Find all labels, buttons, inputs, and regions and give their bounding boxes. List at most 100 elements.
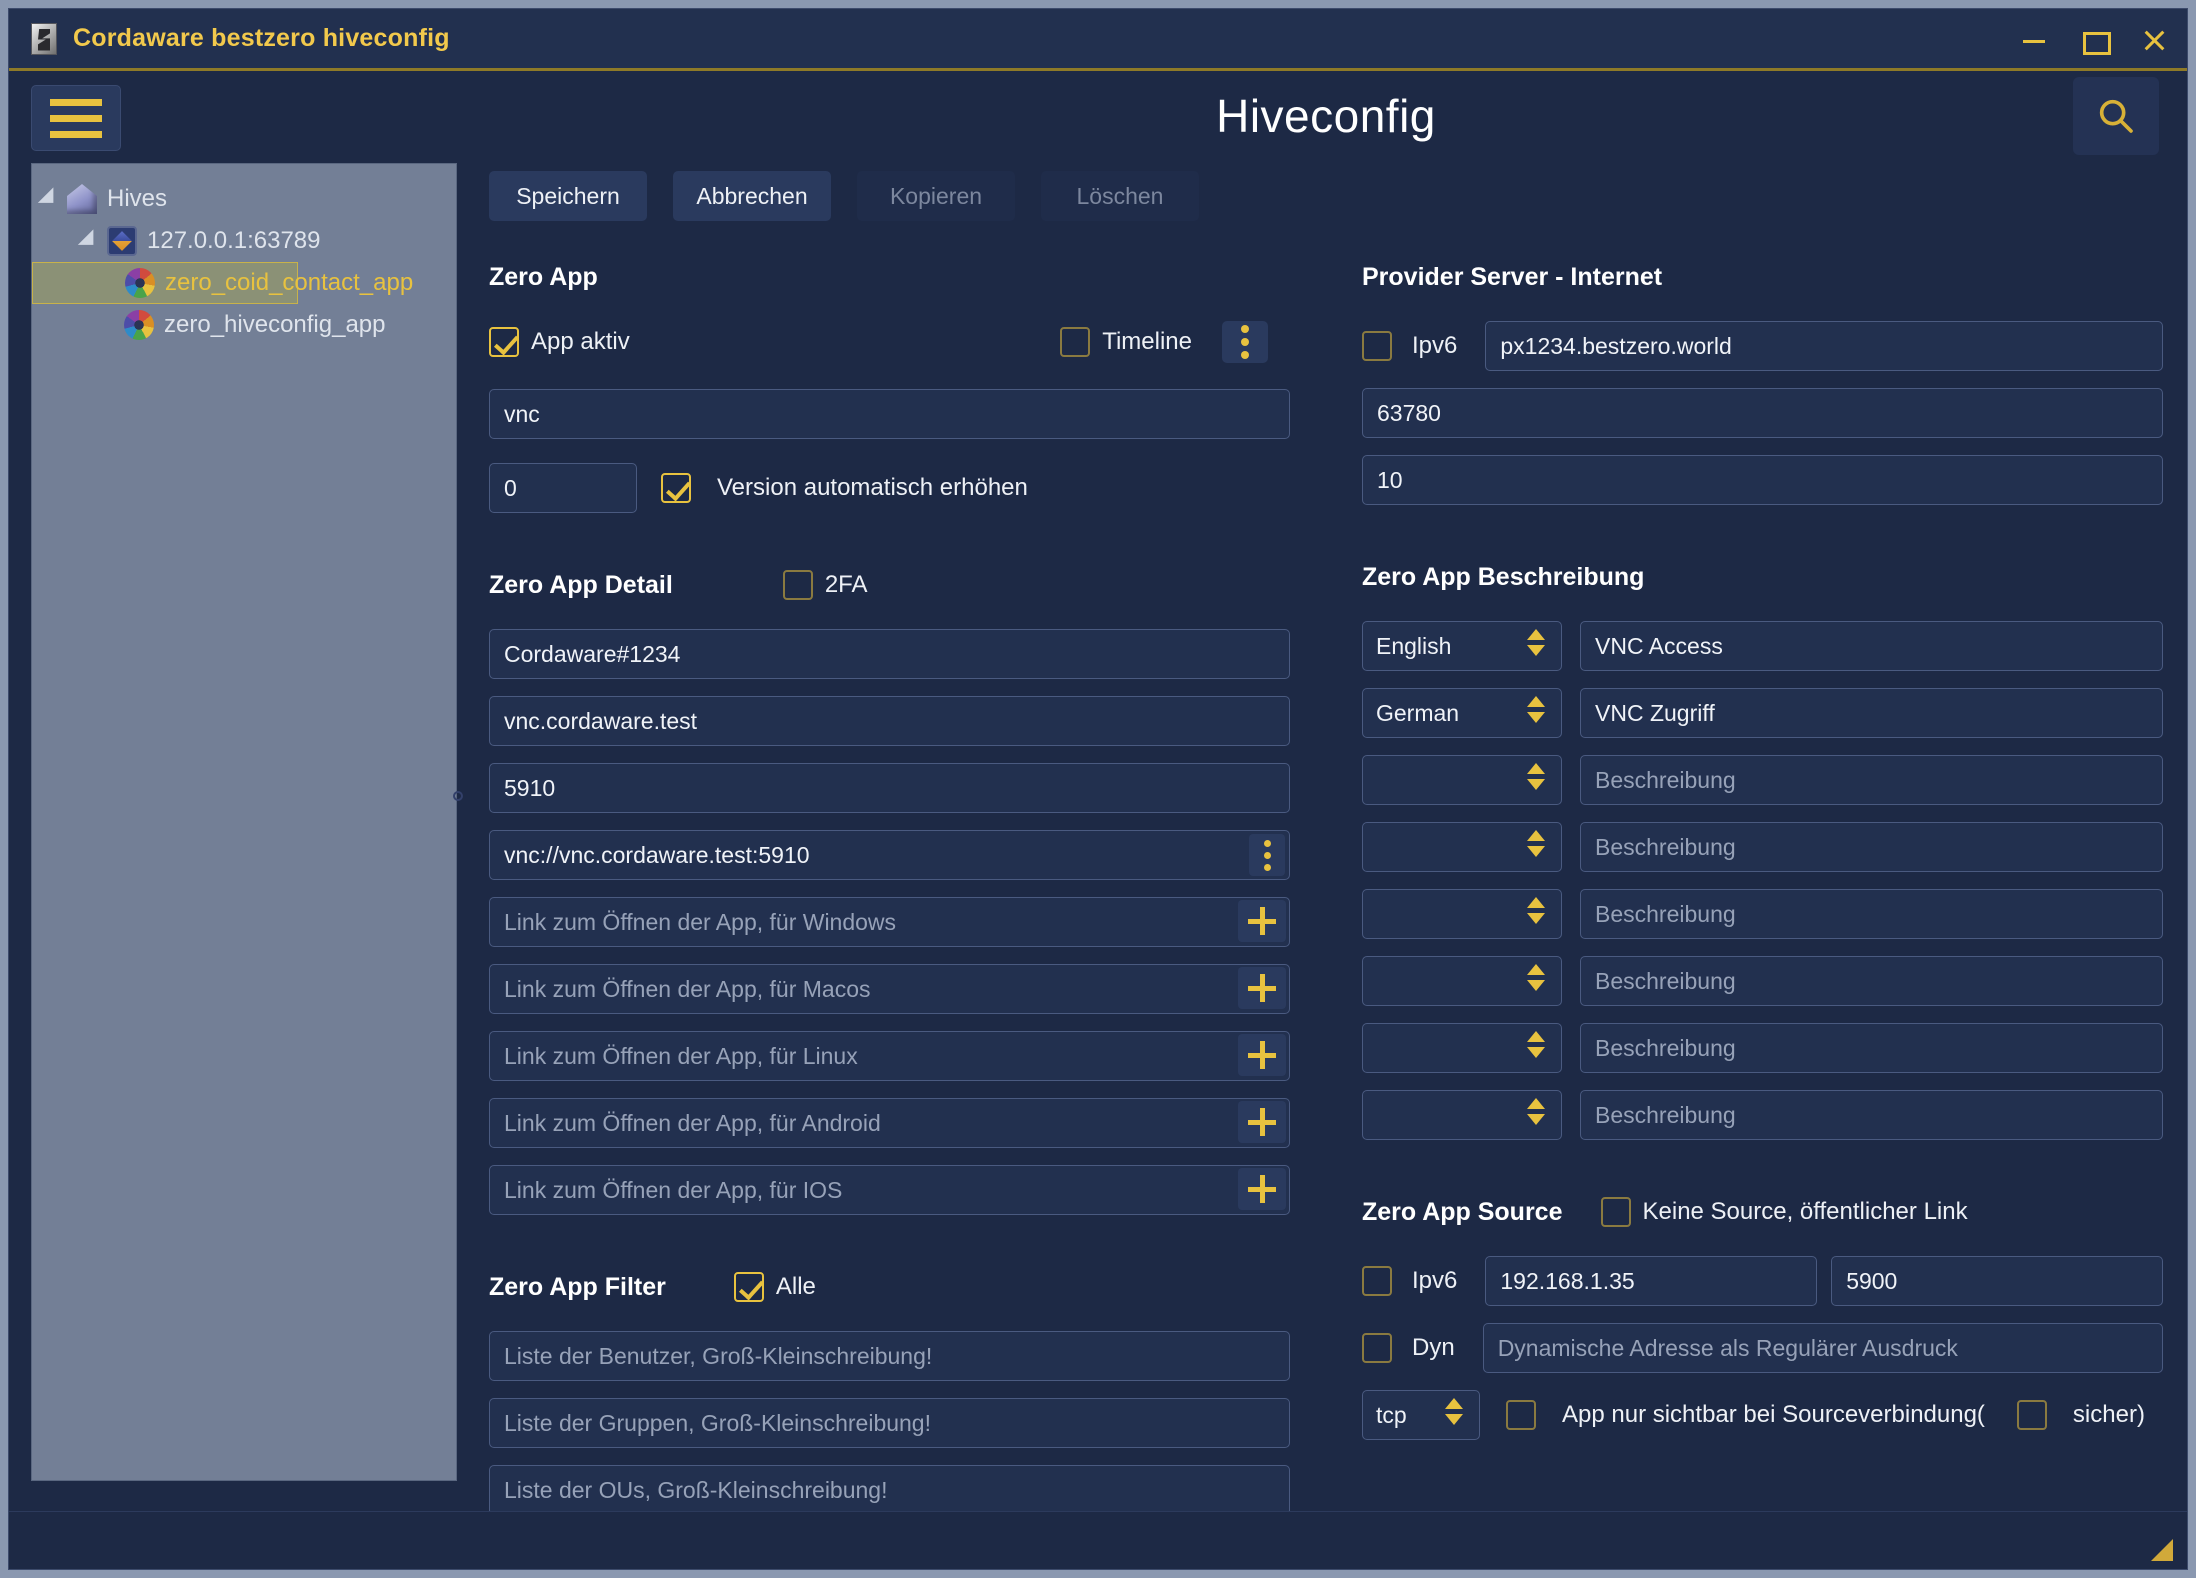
spinner-arrows-icon[interactable] [1445, 1398, 1463, 1425]
language-select-5[interactable] [1362, 956, 1562, 1006]
provider-retry-row [1362, 455, 2163, 505]
app-active-checkbox[interactable] [489, 327, 519, 357]
spinner-arrows-icon[interactable] [1527, 897, 1545, 924]
language-select-7[interactable] [1362, 1090, 1562, 1140]
hamburger-menu-icon[interactable] [31, 85, 121, 151]
kebab-menu-icon[interactable] [1222, 321, 1268, 363]
hive-icon [107, 226, 137, 256]
filter-all-label: Alle [775, 1273, 816, 1300]
description-input-3[interactable] [1580, 822, 2163, 872]
source-port-input[interactable] [1831, 1256, 2163, 1306]
spinner-arrows-icon[interactable] [1527, 1031, 1545, 1058]
visible-on-source-checkbox[interactable] [1506, 1400, 1536, 1430]
app-name-input[interactable] [489, 389, 1290, 439]
description-input-5[interactable] [1580, 956, 2163, 1006]
dyn-checkbox[interactable] [1362, 1333, 1392, 1363]
app-version-input[interactable] [489, 463, 637, 513]
timeline-checkbox[interactable] [1060, 327, 1091, 357]
kebab-menu-icon[interactable] [1249, 834, 1285, 876]
minimize-icon[interactable] [2019, 25, 2049, 55]
detail-field-3-row [489, 763, 1290, 813]
language-select-4[interactable] [1362, 889, 1562, 939]
source-address-input[interactable] [1485, 1256, 1818, 1306]
window-title: Cordaware bestzero hiveconfig [73, 24, 450, 52]
spinner-arrows-icon[interactable] [1527, 964, 1545, 991]
status-bar [9, 1511, 2187, 1569]
language-select-1[interactable]: German [1362, 688, 1562, 738]
detail-secret-input[interactable] [489, 629, 1290, 679]
copy-button[interactable]: Kopieren [857, 171, 1015, 221]
source-ipv6-label: Ipv6 [1412, 1267, 1458, 1294]
language-select-6[interactable] [1362, 1023, 1562, 1073]
detail-port-input[interactable] [489, 763, 1290, 813]
detail-url-input[interactable] [489, 830, 1290, 880]
language-select-2[interactable] [1362, 755, 1562, 805]
detail-host-input[interactable] [489, 696, 1290, 746]
protocol-select[interactable]: tcp [1362, 1390, 1480, 1440]
tree-item-zero-coid-contact-app[interactable]: zero_coid_contact_app [32, 262, 413, 304]
description-input-0[interactable] [1580, 621, 2163, 671]
maximize-icon[interactable] [2079, 25, 2111, 55]
delete-button[interactable]: Löschen [1041, 171, 1199, 221]
spinner-arrows-icon[interactable] [1527, 629, 1545, 656]
provider-port-input[interactable] [1362, 388, 2163, 438]
spinner-arrows-icon[interactable] [1527, 1098, 1545, 1125]
chevron-expanded-icon[interactable] [37, 187, 62, 211]
description-input-2[interactable] [1580, 755, 2163, 805]
spinner-arrows-icon[interactable] [1527, 696, 1545, 723]
language-select-0[interactable]: English [1362, 621, 1562, 671]
description-input-6[interactable] [1580, 1023, 2163, 1073]
splitter-handle[interactable] [453, 791, 463, 801]
dyn-address-input[interactable] [1482, 1323, 2163, 1373]
cancel-button[interactable]: Abbrechen [673, 171, 831, 221]
tree-item-label: zero_hiveconfig_app [164, 311, 386, 338]
twofa-checkbox[interactable] [782, 570, 813, 600]
action-toolbar: Speichern Abbrechen Kopieren Löschen [465, 171, 2187, 221]
provider-host-input[interactable] [1485, 321, 2163, 371]
description-input-4[interactable] [1580, 889, 2163, 939]
language-value: German [1376, 699, 1460, 726]
filter-ous-input[interactable] [489, 1465, 1290, 1511]
plus-icon[interactable] [1238, 967, 1286, 1009]
filter-all-checkbox[interactable] [733, 1272, 764, 1302]
description-input-1[interactable] [1580, 688, 2163, 738]
save-button[interactable]: Speichern [489, 171, 647, 221]
filter-users-input[interactable] [489, 1331, 1290, 1381]
auto-version-label: Version automatisch erhöhen [717, 474, 1028, 501]
spinner-arrows-icon[interactable] [1527, 763, 1545, 790]
link-windows-input[interactable] [489, 897, 1290, 947]
description-row [1362, 755, 2163, 805]
description-row [1362, 956, 2163, 1006]
filter-groups-input[interactable] [489, 1398, 1290, 1448]
link-linux-input[interactable] [489, 1031, 1290, 1081]
plus-icon[interactable] [1238, 1101, 1286, 1143]
tree-item-hives[interactable]: Hives [32, 178, 456, 220]
protocol-value: tcp [1376, 1401, 1407, 1428]
no-source-checkbox[interactable] [1600, 1197, 1631, 1227]
tree-item-zero-hiveconfig-app[interactable]: zero_hiveconfig_app [32, 304, 456, 346]
tree-item-label: Hives [107, 185, 168, 212]
secure-checkbox[interactable] [2016, 1400, 2047, 1430]
link-macos-input[interactable] [489, 964, 1290, 1014]
filter-ous-row [489, 1465, 1290, 1511]
provider-ipv6-checkbox[interactable] [1362, 331, 1392, 361]
provider-retry-input[interactable] [1362, 455, 2163, 505]
link-ios-input[interactable] [489, 1165, 1290, 1215]
link-android-input[interactable] [489, 1098, 1290, 1148]
plus-icon[interactable] [1238, 1168, 1286, 1210]
auto-version-checkbox[interactable] [661, 473, 691, 503]
chevron-expanded-icon[interactable] [77, 229, 102, 253]
spinner-arrows-icon[interactable] [1527, 830, 1545, 857]
hive-tree[interactable]: Hives 127.0.0.1:63789 zero_coid_contact_… [31, 163, 457, 1481]
plus-icon[interactable] [1238, 1034, 1286, 1076]
language-select-3[interactable] [1362, 822, 1562, 872]
plus-icon[interactable] [1238, 900, 1286, 942]
source-ipv6-checkbox[interactable] [1362, 1266, 1392, 1296]
description-row: English [1362, 621, 2163, 671]
close-icon[interactable] [2139, 25, 2169, 55]
search-icon[interactable] [2073, 77, 2159, 155]
tree-item-host[interactable]: 127.0.0.1:63789 [32, 220, 456, 262]
description-input-7[interactable] [1580, 1090, 2163, 1140]
resize-grip-icon[interactable] [2151, 1539, 2173, 1561]
detail-field-1-row [489, 629, 1290, 679]
